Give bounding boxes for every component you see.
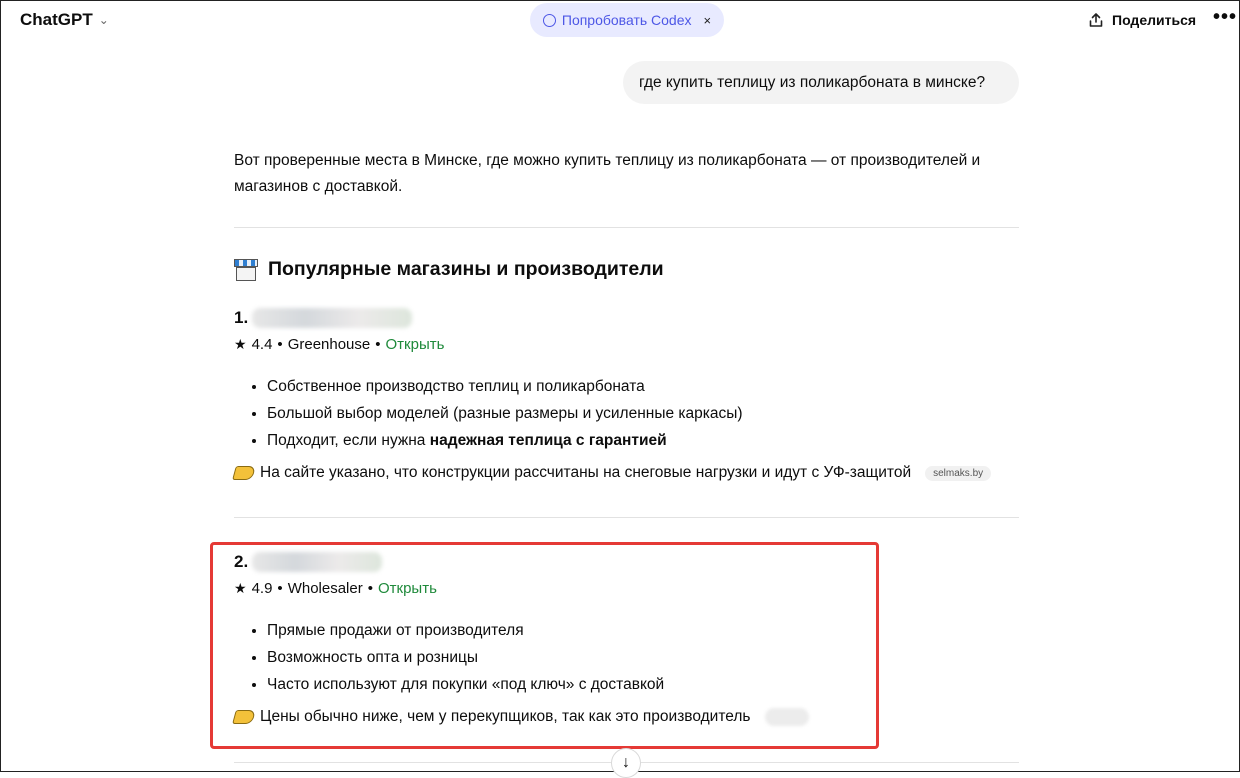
close-icon[interactable]: × bbox=[704, 13, 712, 28]
chevron-down-icon: ⌄ bbox=[98, 13, 109, 27]
try-codex-button[interactable]: Попробовать Codex × bbox=[530, 3, 724, 37]
arrow-down-icon: ↓ bbox=[622, 754, 630, 771]
star-icon: ★ bbox=[234, 336, 247, 352]
app-title: ChatGPT bbox=[20, 10, 93, 29]
store-meta: ★ 4.4 • Greenhouse • Открыть bbox=[234, 336, 1019, 353]
meta-separator: • bbox=[375, 336, 381, 353]
section-heading: Популярные магазины и производители bbox=[234, 258, 664, 281]
intro-text: Вот проверенные места в Минске, где можн… bbox=[234, 152, 981, 195]
store-item-1: 1. ★ 4.4 • Greenhouse • Открыть Собствен… bbox=[232, 306, 1019, 482]
list-item-bold: надежная теплица с гарантией bbox=[429, 432, 667, 449]
pointing-hand-icon bbox=[232, 466, 256, 480]
note: На сайте указано, что конструкции рассчи… bbox=[232, 464, 1019, 482]
model-switcher[interactable]: ChatGPT ⌄ bbox=[20, 10, 109, 30]
category: Greenhouse bbox=[287, 336, 371, 353]
list-item: Подходит, если нужна надежная теплица с … bbox=[267, 427, 1019, 454]
list-item: Собственное производство теплиц и полика… bbox=[267, 373, 1019, 400]
item-number: 1. bbox=[234, 308, 249, 327]
list-item-text: Подходит, если нужна bbox=[267, 432, 430, 449]
assistant-intro: Вот проверенные места в Минске, где можн… bbox=[234, 148, 1019, 200]
list-item: Большой выбор моделей (разные размеры и … bbox=[267, 400, 1019, 427]
redacted-store-name bbox=[252, 308, 413, 328]
codex-label: Попробовать Codex bbox=[561, 12, 692, 28]
highlight-box bbox=[210, 542, 879, 749]
rating: 4.4 bbox=[251, 336, 273, 353]
source-chip[interactable]: selmaks.by bbox=[925, 465, 992, 481]
share-button[interactable]: Поделиться bbox=[1088, 12, 1196, 28]
store-icon bbox=[234, 258, 258, 281]
scroll-down-button[interactable]: ↓ bbox=[611, 748, 641, 778]
feature-list: Собственное производство теплиц и полика… bbox=[234, 373, 1019, 454]
section-title: Популярные магазины и производители bbox=[268, 258, 664, 280]
divider bbox=[234, 517, 1019, 518]
store-name: 1. bbox=[234, 306, 1019, 330]
share-icon bbox=[1089, 13, 1103, 27]
more-options-icon[interactable]: ••• bbox=[1213, 6, 1237, 29]
divider bbox=[234, 227, 1019, 228]
user-message: где купить теплицу из поликарбоната в ми… bbox=[623, 61, 1019, 104]
note-text: На сайте указано, что конструкции рассчи… bbox=[260, 464, 912, 481]
codex-icon bbox=[542, 13, 556, 27]
meta-separator: • bbox=[277, 336, 283, 353]
open-link[interactable]: Открыть bbox=[386, 336, 445, 353]
share-label: Поделиться bbox=[1112, 12, 1197, 28]
